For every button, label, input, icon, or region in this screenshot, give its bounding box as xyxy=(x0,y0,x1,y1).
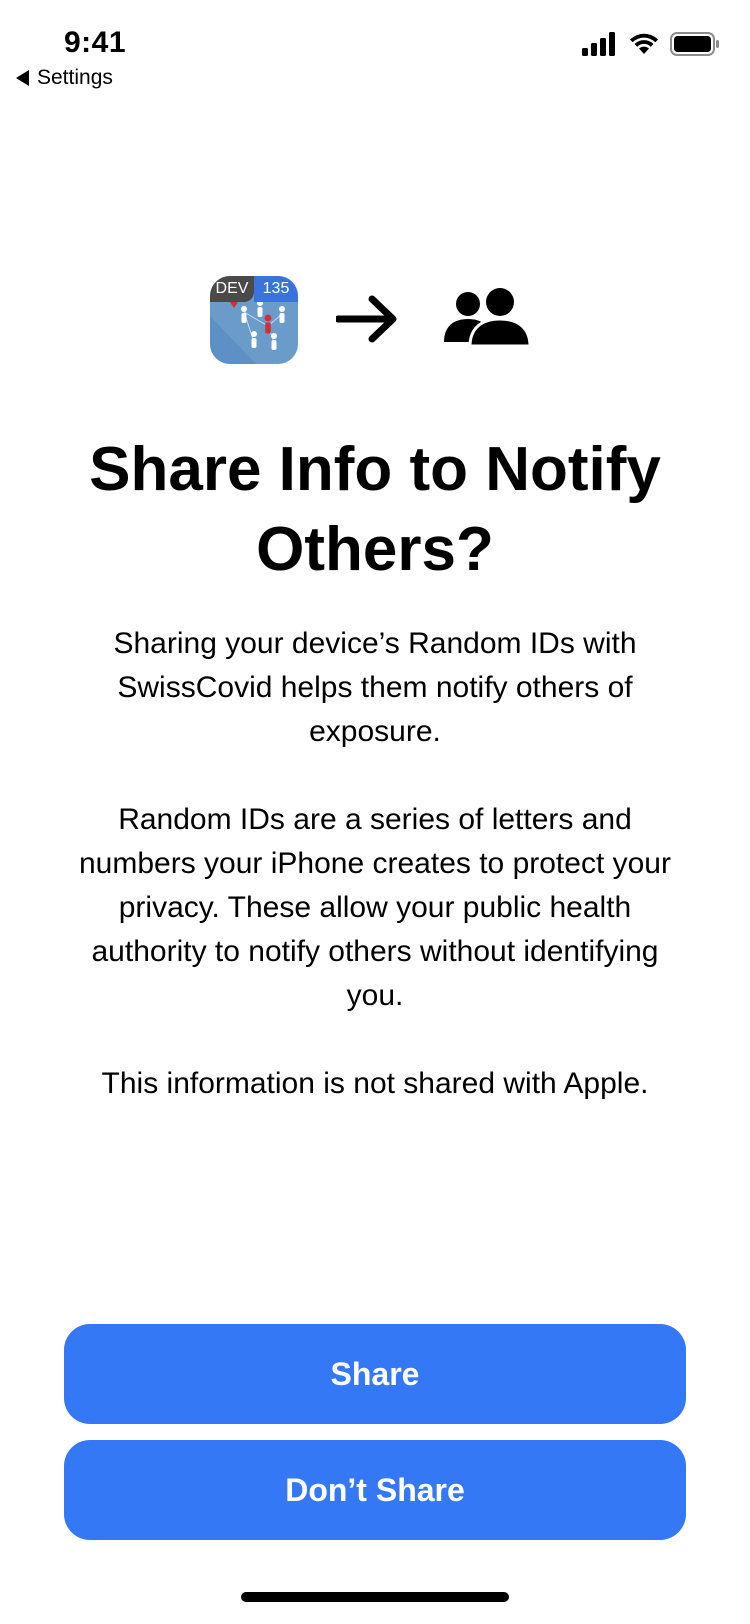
hero-icons-row: DEV 135 xyxy=(0,276,750,366)
exposure-share-screen: 9:41 Settings DEV 135 Share Info to Noti… xyxy=(0,0,750,1624)
description-random-ids-explained: Random IDs are a series of letters and n… xyxy=(79,803,671,1012)
dev-badge: DEV xyxy=(210,276,254,302)
share-button[interactable]: Share xyxy=(64,1324,686,1424)
home-indicator[interactable] xyxy=(241,1592,509,1602)
people-group-icon xyxy=(444,288,532,348)
status-icons xyxy=(582,32,720,56)
wifi-icon xyxy=(630,33,658,54)
back-to-settings-link[interactable]: Settings xyxy=(16,66,113,90)
status-time: 9:41 xyxy=(64,26,127,59)
description-random-ids-sharing: Sharing your device’s Random IDs with Sw… xyxy=(113,627,637,748)
description-apple-privacy: This information is not shared with Appl… xyxy=(101,1067,649,1100)
battery-icon xyxy=(670,32,719,56)
back-triangle-icon xyxy=(16,70,29,86)
back-label: Settings xyxy=(37,66,113,89)
swisscovid-app-icon: DEV 135 xyxy=(210,276,298,364)
page-title: Share Info to Notify Others? xyxy=(89,435,661,584)
dont-share-button[interactable]: Don’t Share xyxy=(64,1440,686,1540)
status-bar: 9:41 Settings xyxy=(0,0,750,92)
cellular-signal-icon xyxy=(582,32,615,56)
build-number-badge: 135 xyxy=(254,276,298,302)
arrow-right-icon xyxy=(336,295,397,343)
